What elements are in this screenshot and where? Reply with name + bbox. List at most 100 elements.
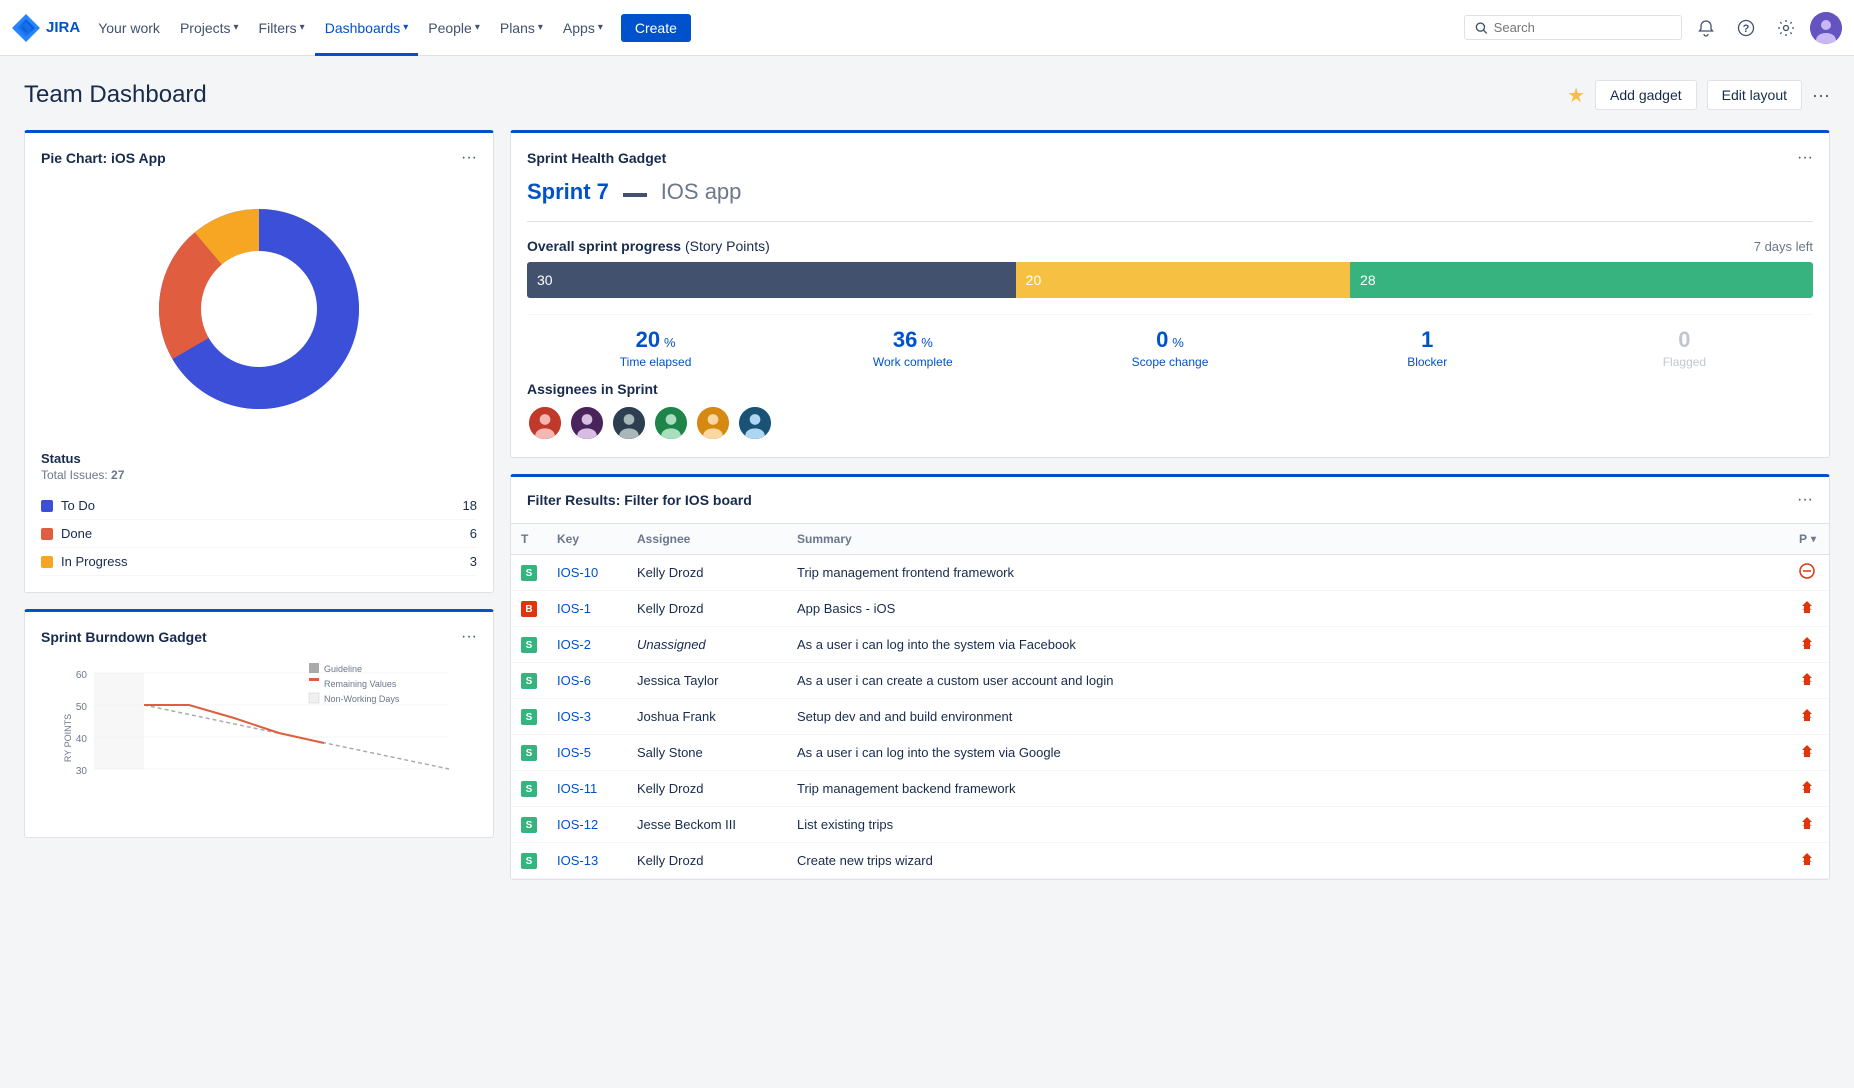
cell-type: S — [511, 663, 547, 699]
table-row: B IOS-1 Kelly Drozd App Basics - iOS — [511, 591, 1829, 627]
table-row: S IOS-13 Kelly Drozd Create new trips wi… — [511, 843, 1829, 879]
filter-results-card: Filter Results: Filter for IOS board ···… — [510, 474, 1830, 880]
notifications-button[interactable] — [1690, 12, 1722, 44]
cell-type: S — [511, 699, 547, 735]
legend-done: Done 6 — [41, 520, 477, 548]
cell-type: B — [511, 591, 547, 627]
nav-item-projects[interactable]: Projects ▾ — [170, 0, 249, 56]
burndown-menu-button[interactable]: ··· — [461, 628, 477, 646]
issue-key-link[interactable]: IOS-11 — [557, 781, 597, 796]
scope-change-value: 0 — [1156, 327, 1168, 352]
jira-logo-icon — [12, 14, 40, 42]
time-elapsed-sup: % — [664, 335, 676, 350]
cell-summary: Trip management frontend framework — [787, 555, 1789, 591]
search-input[interactable] — [1494, 20, 1671, 35]
cell-priority — [1789, 807, 1829, 843]
svg-text:Non-Working Days: Non-Working Days — [324, 694, 400, 704]
cell-key: IOS-13 — [547, 843, 627, 879]
table-row: S IOS-6 Jessica Taylor As a user i can c… — [511, 663, 1829, 699]
table-row: S IOS-5 Sally Stone As a user i can log … — [511, 735, 1829, 771]
table-row: S IOS-2 Unassigned As a user i can log i… — [511, 627, 1829, 663]
avatar-image — [1810, 12, 1842, 44]
pie-chart-menu-button[interactable]: ··· — [461, 149, 477, 167]
work-complete-label: Work complete — [784, 355, 1041, 369]
cell-assignee: Jessica Taylor — [627, 663, 787, 699]
more-options-button[interactable]: ··· — [1812, 85, 1830, 106]
sprint-name-area: Sprint 7 IOS app — [527, 179, 1813, 222]
issue-key-link[interactable]: IOS-13 — [557, 853, 598, 868]
highest-priority-icon — [1799, 635, 1815, 651]
dashboard-grid: Pie Chart: iOS App ··· — [24, 130, 1830, 880]
svg-text:60: 60 — [76, 670, 88, 681]
assignees-label: Assignees in Sprint — [527, 381, 1813, 397]
create-button[interactable]: Create — [621, 14, 691, 42]
issue-key-link[interactable]: IOS-12 — [557, 817, 598, 832]
nav-logo[interactable]: JIRA — [12, 14, 80, 42]
edit-layout-button[interactable]: Edit layout — [1707, 80, 1802, 110]
done-bar: 28 — [1350, 262, 1813, 298]
legend-todo: To Do 18 — [41, 492, 477, 520]
cell-summary: Create new trips wizard — [787, 843, 1789, 879]
days-left: 7 days left — [1754, 239, 1813, 254]
blocker-value: 1 — [1421, 327, 1433, 352]
sprint-health-menu-button[interactable]: ··· — [1797, 149, 1813, 167]
add-gadget-button[interactable]: Add gadget — [1595, 80, 1697, 110]
issue-key-link[interactable]: IOS-1 — [557, 601, 591, 616]
todo-count: 18 — [463, 498, 477, 513]
cell-summary: As a user i can log into the system via … — [787, 735, 1789, 771]
nav-item-dashboards[interactable]: Dashboards ▾ — [315, 0, 419, 56]
issue-key-link[interactable]: IOS-10 — [557, 565, 598, 580]
issue-key-link[interactable]: IOS-5 — [557, 745, 591, 760]
jira-logo-text: JIRA — [46, 19, 80, 36]
nav-item-people[interactable]: People ▾ — [418, 0, 490, 56]
help-button[interactable]: ? — [1730, 12, 1762, 44]
page-title: Team Dashboard — [24, 81, 207, 109]
filter-results-menu-button[interactable]: ··· — [1797, 491, 1813, 509]
nav-item-yourwork[interactable]: Your work — [88, 0, 170, 56]
cell-key: IOS-11 — [547, 771, 627, 807]
blocker-label: Blocker — [1299, 355, 1556, 369]
star-button[interactable]: ★ — [1567, 83, 1585, 108]
table-header-row: T Key Assignee Summary P ▾ — [511, 524, 1829, 555]
stat-work-complete: 36 % Work complete — [784, 327, 1041, 369]
nav-item-filters[interactable]: Filters ▾ — [249, 0, 315, 56]
sprint-health-card: Sprint Health Gadget ··· Sprint 7 IOS ap… — [510, 130, 1830, 458]
svg-text:50: 50 — [76, 702, 88, 713]
cell-priority — [1789, 555, 1829, 591]
issue-key-link[interactable]: IOS-2 — [557, 637, 591, 652]
cell-key: IOS-1 — [547, 591, 627, 627]
svg-text:30: 30 — [76, 766, 88, 777]
user-avatar[interactable] — [1810, 12, 1842, 44]
highest-priority-icon — [1799, 707, 1815, 723]
settings-button[interactable] — [1770, 12, 1802, 44]
progress-title: Overall sprint progress (Story Points) — [527, 238, 770, 254]
cell-priority — [1789, 843, 1829, 879]
assignee-avatar-5 — [695, 405, 731, 441]
table-row: S IOS-10 Kelly Drozd Trip management fro… — [511, 555, 1829, 591]
sprint-separator — [623, 193, 647, 197]
cell-priority — [1789, 627, 1829, 663]
nav-right: ? — [1464, 12, 1842, 44]
burndown-card: Sprint Burndown Gadget ··· 60 50 40 30 — [24, 609, 494, 838]
people-chevron-icon: ▾ — [475, 22, 480, 33]
right-column: Sprint Health Gadget ··· Sprint 7 IOS ap… — [510, 130, 1830, 880]
bell-icon — [1697, 19, 1715, 37]
filter-results-title: Filter Results: Filter for IOS board — [527, 492, 752, 508]
cell-summary: App Basics - iOS — [787, 591, 1789, 627]
cell-type: S — [511, 627, 547, 663]
pie-chart-container — [41, 179, 477, 439]
work-complete-sup: % — [921, 335, 933, 350]
issue-key-link[interactable]: IOS-3 — [557, 709, 591, 724]
nav-item-plans[interactable]: Plans ▾ — [490, 0, 553, 56]
nav-items: Your work Projects ▾ Filters ▾ Dashboard… — [88, 0, 691, 56]
cell-assignee: Kelly Drozd — [627, 555, 787, 591]
cell-summary: As a user i can create a custom user acc… — [787, 663, 1789, 699]
cell-assignee: Kelly Drozd — [627, 843, 787, 879]
table-row: S IOS-12 Jesse Beckom III List existing … — [511, 807, 1829, 843]
search-box[interactable] — [1464, 15, 1682, 40]
cell-priority — [1789, 663, 1829, 699]
nav-item-apps[interactable]: Apps ▾ — [553, 0, 613, 56]
stat-time-elapsed: 20 % Time elapsed — [527, 327, 784, 369]
issue-key-link[interactable]: IOS-6 — [557, 673, 591, 688]
burndown-header: Sprint Burndown Gadget ··· — [41, 628, 477, 646]
